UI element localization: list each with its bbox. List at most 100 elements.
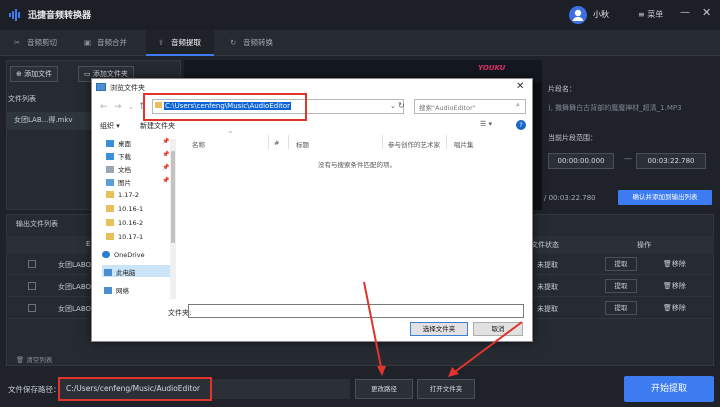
cancel-button[interactable]: 取消 xyxy=(473,322,523,336)
row-filename: 女团LABO xyxy=(58,261,92,269)
trash-icon: 🗑 xyxy=(663,260,672,268)
dialog-close-icon[interactable]: ✕ xyxy=(516,81,524,92)
user-name[interactable]: 小秋 xyxy=(593,9,609,20)
open-folder-button[interactable]: 打开文件夹 xyxy=(417,379,475,399)
trash-icon: 🗑 xyxy=(663,304,672,312)
remove-button[interactable]: 🗑移除 xyxy=(663,281,686,291)
start-extract-button[interactable]: 开始提取 xyxy=(624,376,714,402)
col-header-artist[interactable]: 参与创作的艺术家 xyxy=(388,139,440,149)
nav-label: 10.16-1 xyxy=(118,205,144,213)
back-arrow-icon[interactable]: ← xyxy=(100,102,108,112)
row-checkbox[interactable] xyxy=(28,282,36,290)
refresh-icon[interactable]: ↻ xyxy=(398,101,405,110)
nav-item-this-pc[interactable]: 此电脑 xyxy=(104,267,136,277)
remove-button[interactable]: 🗑移除 xyxy=(663,303,686,313)
pin-icon: 📌 xyxy=(162,177,170,184)
menu-icon: ≡ xyxy=(638,10,648,19)
col-name-header: E xyxy=(86,240,91,248)
folder-icon xyxy=(106,219,114,226)
search-placeholder: 搜索"AudioEditor" xyxy=(419,104,476,112)
nav-label: 下载 xyxy=(118,153,131,161)
row-status: 未提取 xyxy=(537,283,558,291)
network-icon xyxy=(104,287,112,294)
confirm-add-button[interactable]: 确认并添加到输出列表 xyxy=(618,190,712,205)
nav-item-folder[interactable]: 10.16-2 xyxy=(106,219,143,227)
select-folder-button[interactable]: 选择文件夹 xyxy=(410,322,468,336)
extract-button[interactable]: 提取 xyxy=(605,301,637,315)
new-folder-button[interactable]: 新建文件夹 xyxy=(140,121,175,131)
change-path-button[interactable]: 更改路径 xyxy=(355,379,413,399)
close-button[interactable]: ✕ xyxy=(702,6,711,19)
column-divider xyxy=(268,135,269,149)
col-header-album[interactable]: 唱片集 xyxy=(454,139,474,149)
minimize-button[interactable]: — xyxy=(680,7,690,18)
column-divider xyxy=(288,135,289,149)
col-header-name[interactable]: 名称 xyxy=(192,139,205,149)
nav-label: 10.17-1 xyxy=(118,233,144,241)
recent-chevron-icon[interactable]: ⌄ xyxy=(128,103,134,111)
nav-item-folder[interactable]: 1.17-2 xyxy=(106,191,139,199)
user-icon xyxy=(572,9,584,21)
app-logo-icon xyxy=(9,9,20,21)
nav-item-pictures[interactable]: 图片 xyxy=(106,177,131,187)
nav-label: 图片 xyxy=(118,179,131,187)
segment-name-value[interactable]: ), 撒舞舞白古背部的魔魔神材_超清_1.MP3 xyxy=(548,103,682,113)
nav-item-folder[interactable]: 10.16-1 xyxy=(106,205,143,213)
menu-label: 菜单 xyxy=(647,10,664,19)
row-status: 未提取 xyxy=(537,261,558,269)
extract-icon: ⇪ xyxy=(158,38,165,47)
tab-audio-cut[interactable]: ✂ 音频剪切 xyxy=(14,30,74,56)
help-icon[interactable]: ? xyxy=(516,120,526,130)
nav-item-folder[interactable]: 10.17-1 xyxy=(106,233,143,241)
tab-label: 音频转换 xyxy=(243,38,273,47)
tab-audio-merge[interactable]: ▣ 音频合并 xyxy=(84,30,144,56)
row-filename: 女团LABO xyxy=(58,305,92,313)
tab-audio-extract[interactable]: ⇪ 音频提取 xyxy=(146,30,214,56)
nav-item-desktop[interactable]: 桌面 xyxy=(106,138,131,148)
extract-button[interactable]: 提取 xyxy=(605,279,637,293)
end-time-field[interactable]: 00:03:22.780 xyxy=(636,153,706,169)
segment-range-label: 当前片段范围： xyxy=(548,134,597,142)
clear-list-button[interactable]: 🗑 清空列表 xyxy=(16,354,52,364)
save-path-label: 文件保存路径： xyxy=(8,385,61,394)
organize-menu[interactable]: 组织 ▾ xyxy=(100,121,120,131)
remove-button[interactable]: 🗑移除 xyxy=(663,259,686,269)
scissors-icon: ✂ xyxy=(14,38,21,47)
address-dropdown-icon[interactable]: ⌄ xyxy=(390,102,396,110)
arrow-head-icon xyxy=(448,367,459,377)
nav-label: 桌面 xyxy=(118,140,131,148)
view-options-icon[interactable]: ☰ ▾ xyxy=(480,120,492,128)
folder-input[interactable] xyxy=(188,304,524,318)
row-checkbox[interactable] xyxy=(28,304,36,312)
row-filename: 女团LABO xyxy=(58,283,92,291)
col-header-number[interactable]: # xyxy=(274,139,279,147)
start-time-field[interactable]: 00:00:00.000 xyxy=(548,153,614,169)
menu-button[interactable]: ≡ 菜单 xyxy=(638,9,663,20)
folder-icon xyxy=(106,233,114,240)
search-icon[interactable]: ⌕ xyxy=(516,101,520,110)
col-header-title[interactable]: 标题 xyxy=(296,139,309,149)
nav-label: 文档 xyxy=(118,166,131,174)
extract-button[interactable]: 提取 xyxy=(605,257,637,271)
folder-icon xyxy=(106,191,114,198)
nav-item-onedrive[interactable]: OneDrive xyxy=(102,251,145,259)
desktop-icon xyxy=(106,140,114,147)
nav-label: 网络 xyxy=(116,287,129,295)
row-status: 未提取 xyxy=(537,305,558,313)
nav-item-network[interactable]: 网络 xyxy=(104,285,129,295)
tab-label: 音频提取 xyxy=(171,38,201,47)
remove-label: 移除 xyxy=(671,282,686,290)
tab-audio-convert[interactable]: ↻ 音频转换 xyxy=(230,30,290,56)
add-file-label: 添加文件 xyxy=(24,70,53,78)
row-checkbox[interactable] xyxy=(28,260,36,268)
remove-label: 移除 xyxy=(671,260,686,268)
nav-scrollbar-thumb[interactable] xyxy=(171,151,175,243)
add-file-button[interactable]: ⊕ 添加文件 xyxy=(10,66,59,82)
plus-circle-icon: ⊕ xyxy=(16,70,25,78)
cloud-icon xyxy=(102,251,110,258)
forward-arrow-icon[interactable]: → xyxy=(114,102,122,112)
avatar[interactable] xyxy=(569,6,587,24)
save-path-highlight xyxy=(58,377,212,401)
nav-item-downloads[interactable]: 下载 xyxy=(106,151,131,161)
nav-item-documents[interactable]: 文档 xyxy=(106,164,131,174)
